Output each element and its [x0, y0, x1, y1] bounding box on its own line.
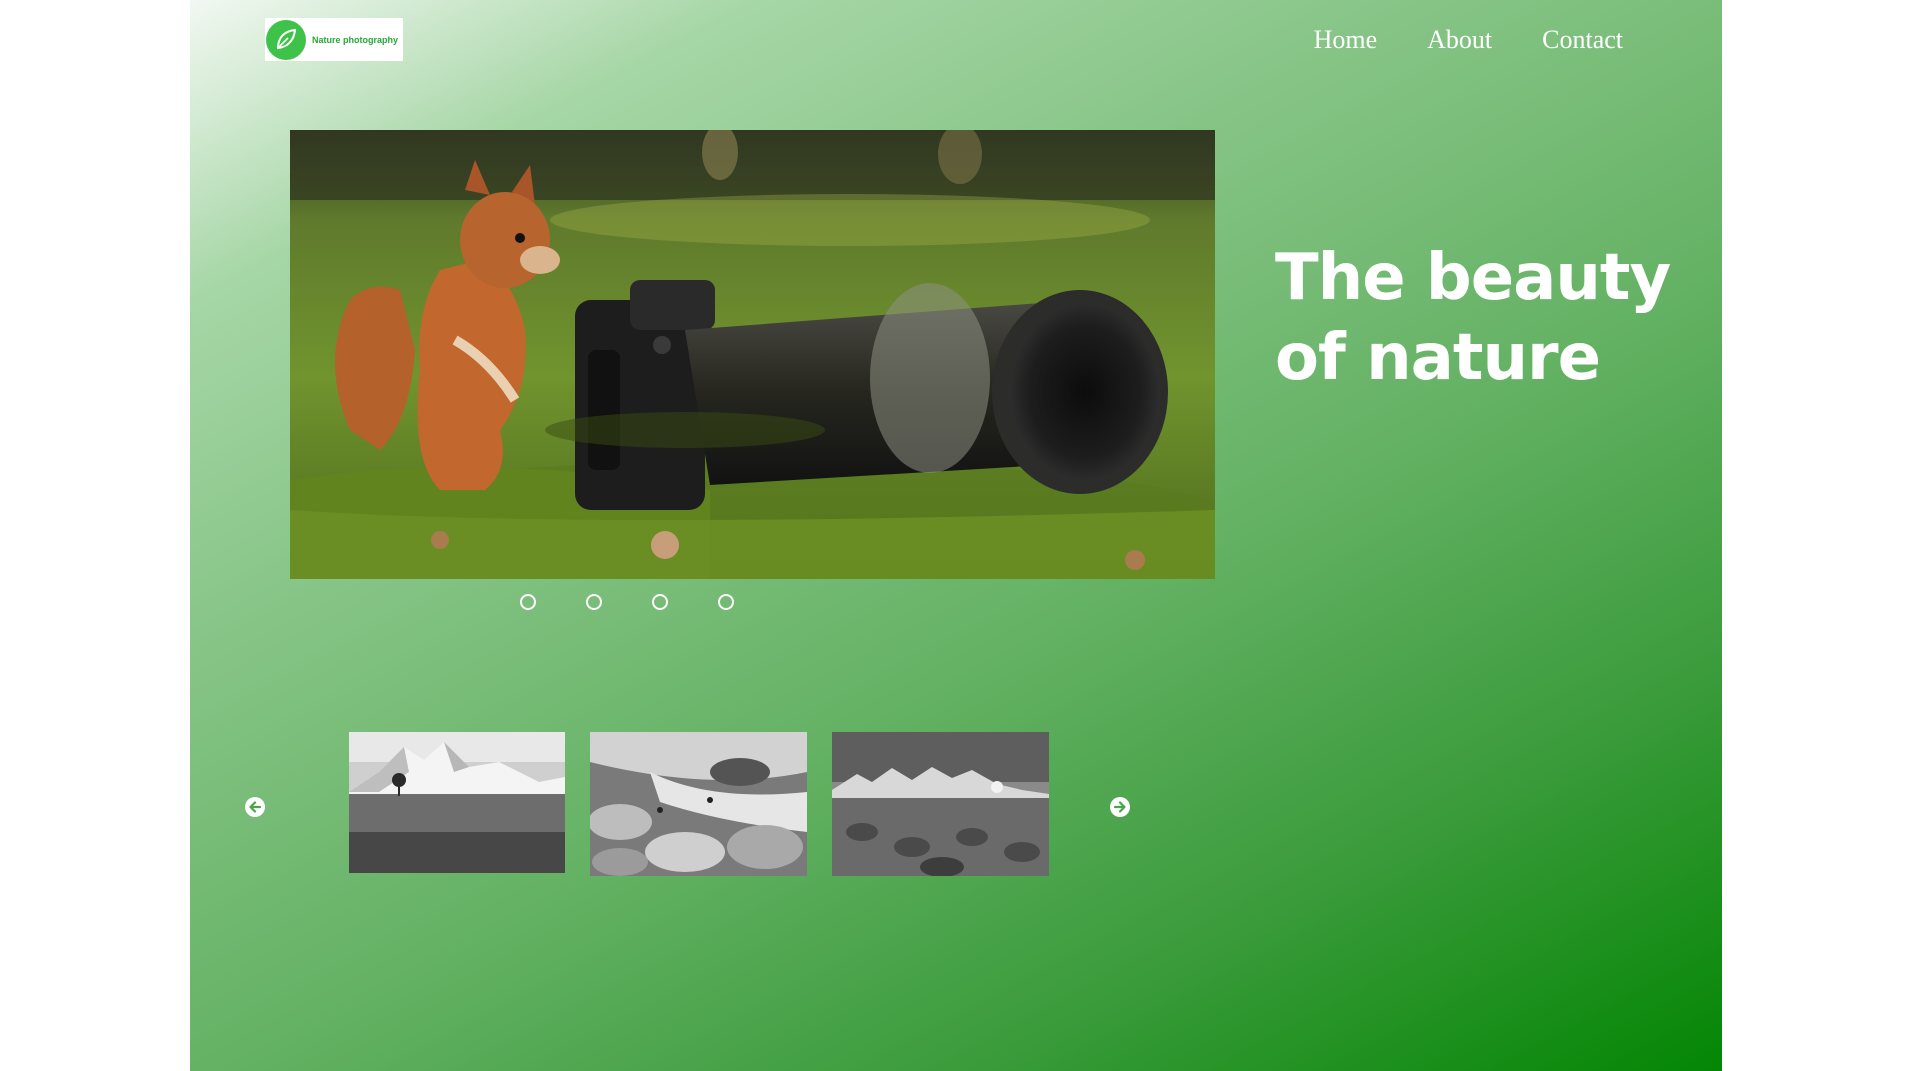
site-logo[interactable]: Nature photography	[265, 18, 403, 61]
gallery-prev-button[interactable]	[245, 797, 265, 817]
nav-about-link[interactable]: About	[1427, 22, 1492, 58]
leaf-icon	[266, 19, 306, 60]
arrow-left-circle-icon	[249, 801, 262, 813]
gallery-thumbnail-mountains[interactable]	[349, 732, 565, 873]
slider-dot[interactable]	[652, 594, 668, 610]
nav-contact-link[interactable]: Contact	[1542, 22, 1623, 58]
arrow-right-circle-icon	[1113, 801, 1126, 813]
gallery-next-button[interactable]	[1110, 797, 1130, 817]
hero-slide-image	[290, 130, 1215, 579]
gallery-thumbnail-field[interactable]	[832, 732, 1049, 876]
slider-dot[interactable]	[520, 594, 536, 610]
hero-title: The beauty of nature	[1275, 241, 1671, 395]
slider-dot[interactable]	[586, 594, 602, 610]
slider-dot[interactable]	[718, 594, 734, 610]
logo-text: Nature photography	[312, 34, 399, 45]
main-nav: Home About Contact	[1264, 22, 1623, 58]
page-background: Nature photography Home About Contact Th…	[190, 0, 1722, 1071]
gallery-thumbnail-river[interactable]	[590, 732, 807, 876]
slider-dots	[520, 594, 784, 610]
nav-home-link[interactable]: Home	[1314, 22, 1378, 58]
